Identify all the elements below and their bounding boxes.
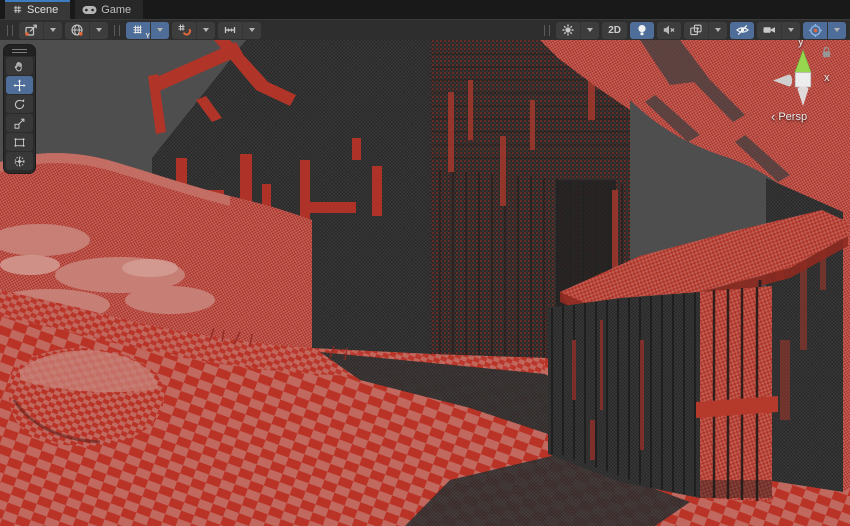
rotate-tool-button[interactable] bbox=[6, 95, 33, 113]
gizmo-lock[interactable] bbox=[820, 45, 833, 64]
tool-handle-rotation-group bbox=[65, 22, 108, 39]
transform-icon bbox=[13, 155, 26, 168]
gate[interactable] bbox=[696, 286, 778, 502]
hand-icon bbox=[13, 60, 26, 73]
gizmos-group bbox=[803, 22, 846, 39]
draw-mode-icon bbox=[561, 23, 575, 37]
snap-increment-button[interactable] bbox=[218, 22, 242, 39]
snap-increment-dropdown[interactable] bbox=[242, 22, 261, 39]
chevron-down-icon bbox=[788, 28, 794, 32]
snap-button[interactable] bbox=[172, 22, 196, 39]
gizmo-center-cube[interactable] bbox=[795, 73, 811, 88]
gizmo-negx-cone[interactable] bbox=[773, 75, 792, 87]
tool-handle-rotation-dropdown[interactable] bbox=[89, 22, 108, 39]
scene-grid-icon bbox=[12, 4, 23, 15]
draw-mode-dropdown[interactable] bbox=[580, 22, 599, 39]
audio-mute-icon bbox=[662, 23, 676, 37]
tab-scene[interactable]: Scene bbox=[5, 0, 70, 19]
gizmo-negy-cone[interactable] bbox=[798, 87, 809, 106]
tab-scene-label: Scene bbox=[27, 4, 58, 16]
chevron-down-icon bbox=[96, 28, 102, 32]
camera-settings-icon bbox=[762, 23, 777, 37]
audio-group bbox=[657, 22, 681, 39]
scene-visibility-icon bbox=[735, 23, 750, 37]
rotate-icon bbox=[13, 98, 26, 111]
snap-dropdown[interactable] bbox=[196, 22, 215, 39]
visibility-group bbox=[730, 22, 754, 39]
persp-label: Persp bbox=[778, 111, 807, 123]
view-pan-tool-button[interactable] bbox=[6, 57, 33, 75]
projection-toggle[interactable]: ‹ Persp bbox=[771, 111, 807, 123]
camera-settings-dropdown[interactable] bbox=[781, 22, 800, 39]
tool-handle-position-icon bbox=[24, 23, 38, 37]
tool-handle-position-dropdown[interactable] bbox=[43, 22, 62, 39]
chevron-down-icon bbox=[834, 28, 840, 32]
scene-visibility-button[interactable] bbox=[730, 22, 754, 39]
overlay-drag-handle[interactable] bbox=[7, 25, 13, 36]
scene-toolbar: Y 2D bbox=[0, 19, 850, 40]
tab-game[interactable]: Game bbox=[75, 0, 143, 19]
snap-icon bbox=[177, 23, 191, 37]
2d-label: 2D bbox=[605, 25, 624, 36]
view-tab-bar: Scene Game bbox=[0, 0, 850, 19]
tab-game-label: Game bbox=[101, 4, 131, 16]
effects-icon bbox=[689, 23, 703, 37]
camera-settings-group bbox=[757, 22, 800, 39]
scale-icon bbox=[13, 117, 26, 130]
effects-dropdown[interactable] bbox=[708, 22, 727, 39]
draw-mode-group bbox=[556, 22, 599, 39]
grid-visibility-dropdown[interactable] bbox=[150, 22, 169, 39]
gizmo-x-label: x bbox=[824, 72, 830, 84]
move-tool-button[interactable] bbox=[6, 76, 33, 94]
tool-handle-position-group bbox=[19, 22, 62, 39]
scene-viewport[interactable] bbox=[0, 40, 850, 526]
rect-tool-button[interactable] bbox=[6, 133, 33, 151]
snap-group bbox=[172, 22, 215, 39]
gizmos-icon bbox=[808, 23, 823, 38]
draw-mode-button[interactable] bbox=[556, 22, 580, 39]
audio-mute-button[interactable] bbox=[657, 22, 681, 39]
chevron-down-icon bbox=[50, 28, 56, 32]
chevron-down-icon bbox=[157, 28, 163, 32]
rock-mound[interactable] bbox=[9, 348, 165, 446]
gizmo-x-axis-cone[interactable] bbox=[811, 77, 819, 85]
rect-tool-icon bbox=[13, 136, 26, 149]
gamepad-icon bbox=[82, 5, 97, 15]
2d-toggle-button[interactable]: 2D bbox=[602, 22, 627, 39]
tool-handle-rotation-button[interactable] bbox=[65, 22, 89, 39]
transform-tool-button[interactable] bbox=[6, 152, 33, 170]
snap-increment-icon bbox=[223, 23, 237, 37]
tools-overlay bbox=[3, 44, 36, 174]
effects-button[interactable] bbox=[684, 22, 708, 39]
effects-group bbox=[684, 22, 727, 39]
chevron-down-icon bbox=[715, 28, 721, 32]
chevron-down-icon bbox=[203, 28, 209, 32]
persp-toggle-icon: ‹ bbox=[771, 112, 775, 122]
scene-lighting-button[interactable] bbox=[630, 22, 654, 39]
gizmos-button[interactable] bbox=[803, 22, 827, 39]
gizmo-y-axis-cone[interactable] bbox=[795, 50, 811, 75]
grid-visibility-group: Y bbox=[126, 22, 169, 39]
lighting-group bbox=[630, 22, 654, 39]
tools-overlay-drag-handle[interactable] bbox=[4, 45, 35, 56]
overlay-drag-handle[interactable] bbox=[114, 25, 120, 36]
tool-handle-rotation-icon bbox=[70, 23, 84, 37]
grid-visibility-button[interactable]: Y bbox=[126, 22, 150, 39]
chevron-down-icon bbox=[587, 28, 593, 32]
gizmos-dropdown[interactable] bbox=[827, 22, 846, 39]
2d-group: 2D bbox=[602, 22, 627, 39]
grid-visibility-icon bbox=[132, 24, 145, 37]
move-icon bbox=[13, 79, 26, 92]
lock-icon bbox=[820, 45, 833, 59]
camera-settings-button[interactable] bbox=[757, 22, 781, 39]
tool-handle-position-button[interactable] bbox=[19, 22, 43, 39]
snap-increment-group bbox=[218, 22, 261, 39]
overlay-drag-handle[interactable] bbox=[544, 25, 550, 36]
scale-tool-button[interactable] bbox=[6, 114, 33, 132]
scene-lighting-icon bbox=[635, 23, 649, 37]
chevron-down-icon bbox=[249, 28, 255, 32]
